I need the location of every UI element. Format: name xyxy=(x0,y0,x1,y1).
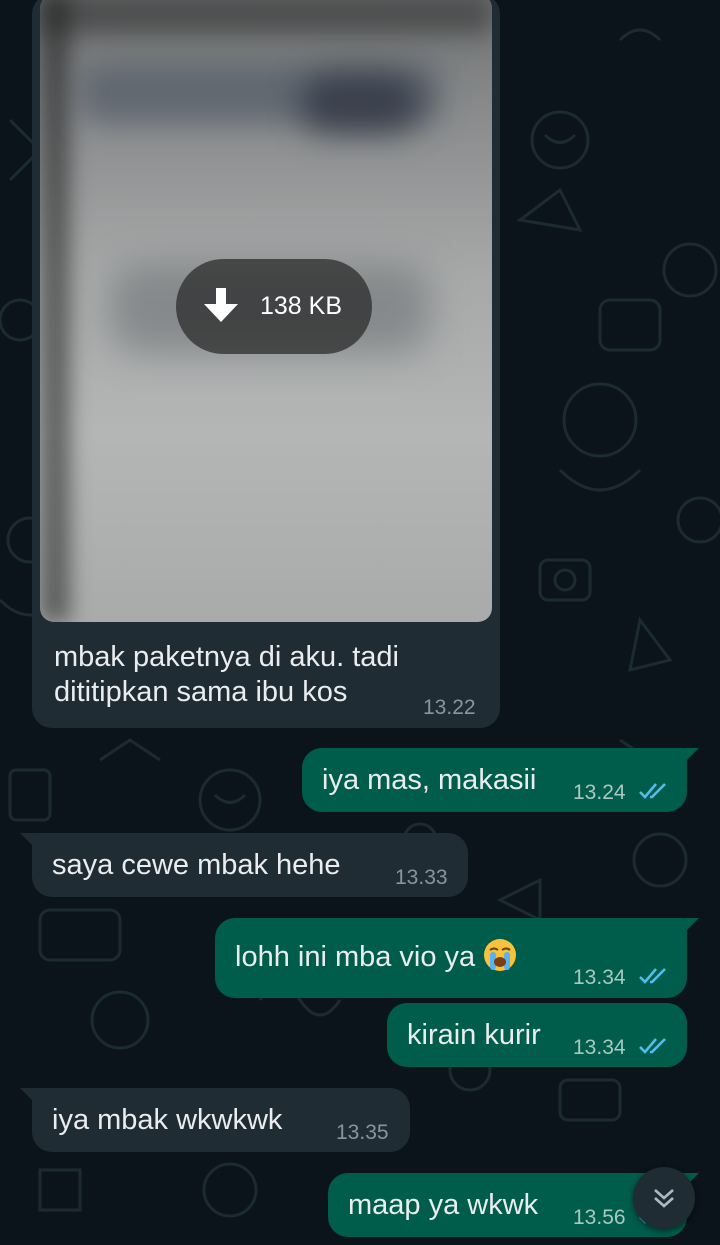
incoming-image-message[interactable]: 138 KB mbak paketnya di aku. tadi dititi… xyxy=(32,0,500,728)
download-arrow-icon xyxy=(204,287,238,322)
message-text-row: lohh ini mba vio ya xyxy=(235,938,517,976)
outgoing-message[interactable]: kirain kurir 13.34 xyxy=(387,1003,687,1067)
message-time: 13.34 xyxy=(573,1036,626,1059)
image-caption-line-1: mbak paketnya di aku. tadi xyxy=(54,641,399,673)
message-text: saya cewe mbak hehe xyxy=(52,849,341,881)
image-caption-line-2: dititipkan sama ibu kos xyxy=(54,676,348,708)
scroll-to-bottom-button[interactable] xyxy=(633,1167,695,1229)
download-button[interactable]: 138 KB xyxy=(176,259,372,354)
message-text: lohh ini mba vio ya xyxy=(235,941,476,973)
double-chevron-down-icon xyxy=(654,1189,674,1208)
message-time: 13.56 xyxy=(573,1206,626,1229)
read-double-tick-icon xyxy=(639,968,666,984)
blurred-image-thumbnail[interactable]: 138 KB xyxy=(40,0,492,622)
message-time: 13.34 xyxy=(573,966,626,989)
file-size-label: 138 KB xyxy=(260,292,343,320)
chat-view: 138 KB mbak paketnya di aku. tadi dititi… xyxy=(0,0,720,1245)
message-text: iya mas, makasii xyxy=(322,764,537,796)
outgoing-message[interactable]: lohh ini mba vio ya 13.34 xyxy=(215,918,699,998)
read-double-tick-icon xyxy=(639,783,666,799)
incoming-message[interactable]: iya mbak wkwkwk 13.35 xyxy=(20,1088,410,1152)
read-double-tick-icon xyxy=(639,1038,666,1054)
message-time: 13.24 xyxy=(573,781,626,804)
message-time: 13.33 xyxy=(395,866,448,889)
loudly-crying-face-emoji xyxy=(484,939,517,971)
message-text: maap ya wkwk xyxy=(348,1189,539,1221)
incoming-message[interactable]: saya cewe mbak hehe 13.33 xyxy=(20,833,468,897)
message-text: kirain kurir xyxy=(407,1019,541,1051)
outgoing-message[interactable]: iya mas, makasii 13.24 xyxy=(302,748,699,812)
message-text: iya mbak wkwkwk xyxy=(52,1104,283,1136)
message-time: 13.35 xyxy=(336,1121,389,1144)
message-time: 13.22 xyxy=(423,696,476,719)
